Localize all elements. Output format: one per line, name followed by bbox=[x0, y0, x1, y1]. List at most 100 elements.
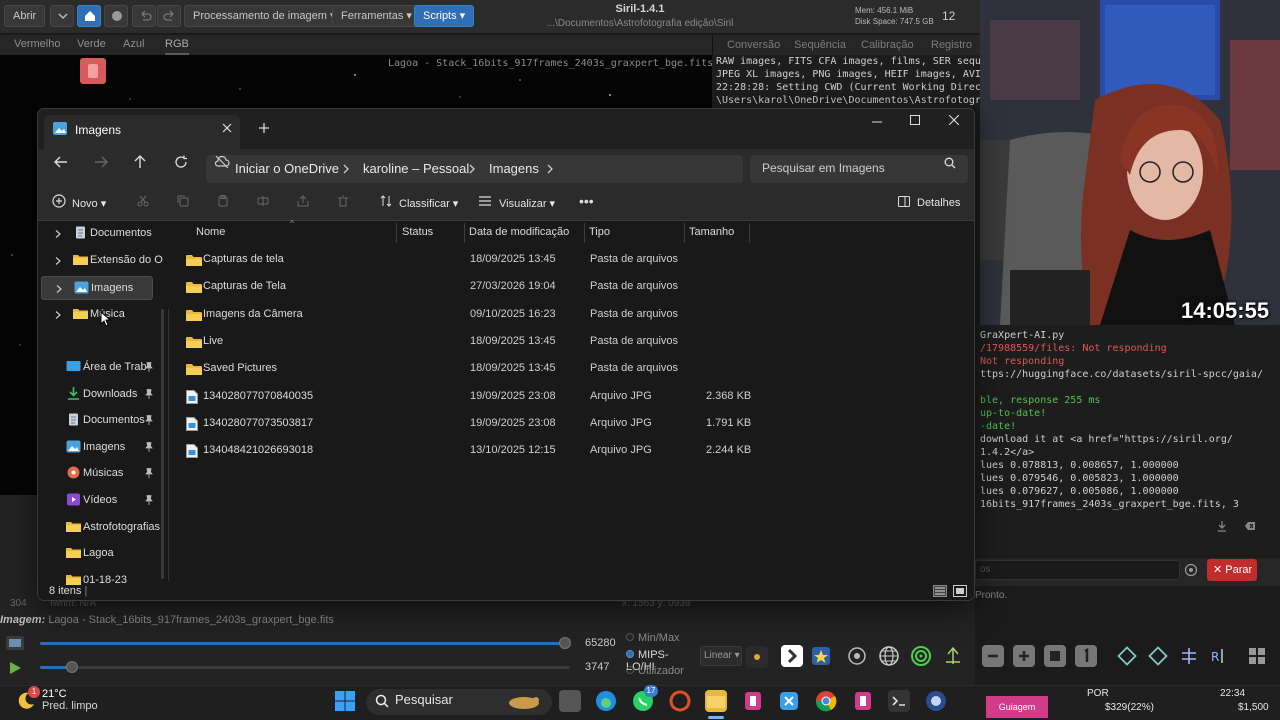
histogram-button[interactable] bbox=[6, 636, 24, 650]
rename-icon[interactable] bbox=[257, 195, 269, 207]
new-button[interactable]: Novo ▾ bbox=[72, 197, 106, 210]
refresh-icon[interactable] bbox=[174, 155, 188, 169]
weather-widget[interactable]: 1 bbox=[14, 686, 40, 713]
file-row[interactable]: Capturas de tela 18/09/2025 13:45 Pasta de… bbox=[178, 247, 968, 274]
tab-registration[interactable]: Registro bbox=[931, 39, 972, 51]
new-tab-icon[interactable] bbox=[259, 123, 269, 133]
quick-access-item[interactable]: Lagoa bbox=[41, 542, 153, 566]
file-row[interactable]: 134028077073503817 19/09/2025 23:08 Arquiv… bbox=[178, 411, 968, 438]
col-size[interactable]: Tamanho bbox=[689, 226, 734, 238]
explorer-tab[interactable] bbox=[44, 115, 240, 149]
minimize-icon[interactable] bbox=[872, 117, 882, 127]
quick-access-item[interactable]: Músicas bbox=[41, 462, 153, 486]
tab-conversion[interactable]: Conversão bbox=[727, 39, 780, 51]
negative-icon[interactable] bbox=[781, 645, 803, 667]
search-icon[interactable] bbox=[944, 157, 956, 169]
col-sep[interactable] bbox=[396, 223, 397, 243]
view-button[interactable]: Visualizar ▾ bbox=[499, 197, 555, 210]
more-options-icon[interactable]: ••• bbox=[579, 193, 594, 209]
tab-red[interactable]: Vermelho bbox=[14, 38, 60, 50]
max-level-slider[interactable] bbox=[40, 642, 570, 645]
help-icon[interactable] bbox=[1184, 563, 1198, 577]
file-row[interactable]: 134048421026693018 13/10/2025 12:15 Arquiv… bbox=[178, 438, 968, 465]
details-button[interactable]: Detalhes bbox=[917, 197, 960, 209]
edge-icon[interactable] bbox=[595, 690, 617, 712]
download-log-icon[interactable] bbox=[1215, 519, 1229, 533]
max-slider-knob[interactable] bbox=[558, 637, 571, 649]
col-name[interactable]: Nome bbox=[196, 226, 225, 238]
image-thumbnail[interactable] bbox=[80, 58, 106, 84]
terminal-icon[interactable] bbox=[888, 690, 910, 712]
forward-arrow-icon[interactable] bbox=[94, 156, 108, 168]
search-input[interactable]: Pesquisar em Imagens bbox=[762, 161, 885, 175]
pin-icon[interactable] bbox=[145, 495, 153, 505]
zoom-in-icon[interactable] bbox=[1013, 645, 1035, 667]
mosaic-icon[interactable] bbox=[1246, 645, 1268, 667]
auto-stretch-button[interactable] bbox=[6, 660, 24, 676]
chevron-right-icon[interactable] bbox=[55, 311, 61, 319]
tab-sequence[interactable]: Sequência bbox=[794, 39, 846, 51]
tab-rgb[interactable]: RGB bbox=[165, 38, 189, 55]
pin-icon[interactable] bbox=[145, 362, 153, 372]
min-slider-knob[interactable] bbox=[65, 661, 78, 673]
col-date[interactable]: Data de modificação bbox=[469, 226, 569, 238]
pin-icon[interactable] bbox=[145, 468, 153, 479]
open-dropdown-button[interactable] bbox=[50, 5, 74, 27]
clear-log-icon[interactable] bbox=[1243, 519, 1257, 533]
file-row[interactable]: Capturas de Tela 27/03/2026 19:04 Pasta de… bbox=[178, 274, 968, 301]
chevron-right-icon[interactable] bbox=[545, 164, 555, 174]
task-view-icon[interactable] bbox=[559, 690, 581, 712]
chrome-icon[interactable] bbox=[815, 690, 837, 712]
col-type[interactable]: Tipo bbox=[589, 226, 610, 238]
home-button[interactable] bbox=[77, 5, 101, 27]
zoom-fit-icon[interactable] bbox=[1044, 645, 1066, 667]
obsidian-2-icon[interactable] bbox=[852, 690, 874, 712]
share-icon[interactable] bbox=[297, 195, 309, 207]
command-input[interactable]: os bbox=[975, 560, 1180, 580]
chevron-right-icon[interactable] bbox=[55, 230, 61, 238]
mirror-icon[interactable] bbox=[1178, 645, 1200, 667]
app-icon[interactable] bbox=[778, 690, 800, 712]
up-arrow-icon[interactable] bbox=[134, 155, 146, 169]
radio-minmax[interactable]: Min/Max bbox=[626, 632, 680, 644]
breadcrumb-onedrive[interactable]: Iniciar o OneDrive bbox=[235, 161, 339, 176]
nav-tree-item[interactable]: Extensão do O bbox=[41, 249, 163, 273]
tiles-view-icon[interactable] bbox=[953, 585, 967, 597]
breadcrumb-personal[interactable]: karoline – Pessoal bbox=[363, 161, 469, 176]
obsidian-icon[interactable] bbox=[742, 690, 764, 712]
redo-button[interactable] bbox=[157, 5, 181, 27]
maximize-icon[interactable] bbox=[910, 115, 920, 125]
delete-icon[interactable] bbox=[337, 195, 349, 207]
globe-icon[interactable] bbox=[878, 645, 900, 667]
quick-access-item[interactable]: Astrofotografias bbox=[41, 516, 160, 540]
undo-button[interactable] bbox=[132, 5, 156, 27]
pin-icon[interactable] bbox=[145, 441, 153, 452]
chevron-right-icon[interactable] bbox=[56, 285, 62, 293]
file-row[interactable]: 134028077070840035 19/09/2025 23:08 Arquiv… bbox=[178, 384, 968, 411]
tools-menu[interactable]: Ferramentas ▾ bbox=[332, 5, 421, 27]
color-picker-icon[interactable] bbox=[746, 646, 768, 668]
col-sep[interactable] bbox=[684, 223, 685, 243]
file-row[interactable]: Imagens da Câmera 09/10/2025 16:23 Pasta d… bbox=[178, 302, 968, 329]
tab-blue[interactable]: Azul bbox=[123, 38, 144, 50]
astrometry-icon[interactable] bbox=[846, 645, 868, 667]
close-window-icon[interactable] bbox=[949, 115, 959, 125]
siril-app-icon[interactable] bbox=[925, 690, 947, 712]
nav-scrollbar[interactable] bbox=[161, 309, 164, 579]
star-icon[interactable] bbox=[810, 645, 832, 667]
nav-tree-item[interactable]: Documentos bbox=[41, 222, 153, 246]
pin-icon[interactable] bbox=[145, 415, 153, 426]
quick-access-item[interactable]: Imagens bbox=[41, 436, 153, 460]
nav-tree-item[interactable]: Música bbox=[41, 303, 153, 327]
sort-button[interactable]: Classificar ▾ bbox=[399, 197, 458, 210]
quick-access-item[interactable]: Área de Trab bbox=[41, 356, 153, 380]
office-icon[interactable] bbox=[669, 690, 691, 712]
zoom-actual-icon[interactable] bbox=[1075, 645, 1097, 667]
open-button[interactable]: Abrir bbox=[4, 5, 46, 27]
radio-user[interactable]: Utilizador bbox=[626, 665, 684, 677]
quick-access-item[interactable]: Vídeos bbox=[41, 489, 153, 513]
cut-icon[interactable] bbox=[137, 195, 149, 207]
copy-icon[interactable] bbox=[177, 195, 189, 207]
pin-icon[interactable] bbox=[145, 388, 153, 399]
close-tab-icon[interactable] bbox=[222, 123, 232, 133]
